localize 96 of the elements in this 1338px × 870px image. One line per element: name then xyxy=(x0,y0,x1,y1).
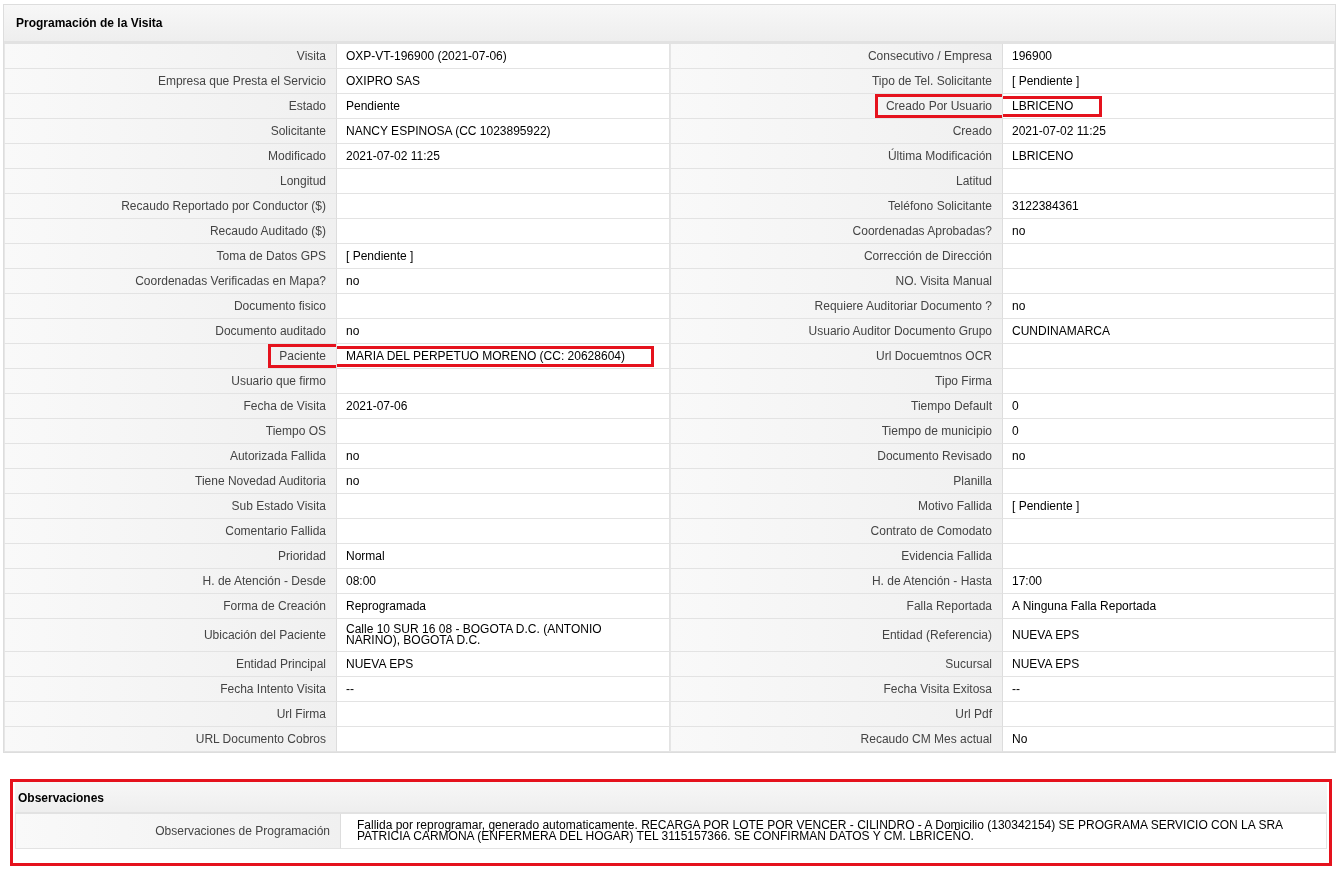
field-value: no xyxy=(1011,297,1027,315)
field-label: Sucursal xyxy=(944,656,993,673)
field-label: URL Documento Cobros xyxy=(194,731,327,748)
field-value: [ Pendiente ] xyxy=(1011,497,1081,515)
field-value: 2021-07-06 xyxy=(345,397,409,415)
field-value: Reprogramada xyxy=(345,597,428,615)
field-label: Requiere Auditoriar Documento ? xyxy=(813,298,993,315)
field-value: no xyxy=(1011,222,1027,240)
field-label: H. de Atención - Hasta xyxy=(870,573,993,590)
field-value: NUEVA EPS xyxy=(1011,626,1081,644)
field-label: Observaciones de Programación xyxy=(154,823,331,840)
field-value: LBRICENO xyxy=(1003,95,1103,117)
field-label: Url Pdf xyxy=(954,706,993,723)
field-value: Calle 10 SUR 16 08 - BOGOTA D.C. (ANTONIO NARINO), BOGOTA D.C. xyxy=(345,621,603,649)
field-value: [ Pendiente ] xyxy=(1011,72,1081,90)
field-label: Entidad Principal xyxy=(234,656,327,673)
field-label: Fecha Intento Visita xyxy=(219,681,327,698)
field-label: Ubicación del Paciente xyxy=(202,627,327,644)
field-value: 0 xyxy=(1011,422,1020,440)
field-value: LBRICENO xyxy=(1011,147,1075,165)
field-label: NO. Visita Manual xyxy=(894,273,993,290)
field-label: Tiene Novedad Auditoria xyxy=(194,473,327,490)
field-label: Modificado xyxy=(266,148,327,165)
field-label: Coordenadas Verificadas en Mapa? xyxy=(134,273,327,290)
field-value: 0 xyxy=(1011,397,1020,415)
field-value: CUNDINAMARCA xyxy=(1011,322,1111,340)
field-label: Creado xyxy=(951,123,993,140)
field-label: Empresa que Presta el Servicio xyxy=(156,73,327,90)
field-label: Tipo de Tel. Solicitante xyxy=(870,73,993,90)
field-label: Creado Por Usuario xyxy=(874,94,1002,118)
field-value: -- xyxy=(1011,680,1021,698)
field-label: Latitud xyxy=(954,173,993,190)
field-value: no xyxy=(345,272,361,290)
field-label: Teléfono Solicitante xyxy=(886,198,993,215)
field-label: Fecha de Visita xyxy=(242,398,327,415)
field-label: Usuario que firmo xyxy=(230,373,327,390)
field-label: Tiempo OS xyxy=(264,423,327,440)
section-title: Observaciones xyxy=(15,782,1327,814)
field-value: 08:00 xyxy=(345,572,378,590)
field-value: 17:00 xyxy=(1011,572,1044,590)
field-label: Recaudo Auditado ($) xyxy=(208,223,327,240)
field-value: -- xyxy=(345,680,355,698)
field-label: Fecha Visita Exitosa xyxy=(882,681,993,698)
field-label: Última Modificación xyxy=(886,147,993,165)
field-label: Evidencia Fallida xyxy=(900,548,993,565)
field-value: NANCY ESPINOSA (CC 1023895922) xyxy=(345,122,552,140)
field-value: 2021-07-02 11:25 xyxy=(345,147,441,165)
field-label: Consecutivo / Empresa xyxy=(866,48,993,65)
field-label: Usuario Auditor Documento Grupo xyxy=(807,323,993,340)
field-label: Sub Estado Visita xyxy=(230,498,327,515)
field-label: H. de Atención - Desde xyxy=(201,573,327,590)
field-label: Documento auditado xyxy=(214,323,327,340)
field-value: 196900 xyxy=(1011,47,1054,65)
field-label: Recaudo Reportado por Conductor ($) xyxy=(120,198,327,215)
field-label: Falla Reportada xyxy=(905,598,993,615)
field-label: Solicitante xyxy=(269,123,327,140)
section-title: Programación de la Visita xyxy=(4,5,1335,44)
field-label: Recaudo CM Mes actual xyxy=(859,731,993,748)
field-label: Url Docuemtnos OCR xyxy=(874,348,993,365)
field-value: A Ninguna Falla Reportada xyxy=(1011,597,1158,615)
field-label: Planilla xyxy=(952,473,993,490)
field-label: Comentario Fallida xyxy=(224,523,327,540)
field-label: Visita xyxy=(295,48,327,65)
field-value: Normal xyxy=(345,547,386,565)
field-label: Entidad (Referencia) xyxy=(880,627,993,644)
field-label: Documento fisico xyxy=(232,298,327,315)
field-value: No xyxy=(1011,730,1029,748)
field-label: Tiempo Default xyxy=(910,398,993,415)
field-value: OXP-VT-196900 (2021-07-06) xyxy=(345,47,508,65)
field-label: Estado xyxy=(287,98,327,115)
field-label: Autorizada Fallida xyxy=(228,448,327,465)
field-value: [ Pendiente ] xyxy=(345,247,415,265)
field-label: Contrato de Comodato xyxy=(869,523,993,540)
field-value: NUEVA EPS xyxy=(1011,655,1081,673)
field-value: NUEVA EPS xyxy=(345,655,415,673)
field-label: Tiempo de municipio xyxy=(880,423,993,440)
field-value: 2021-07-02 11:25 xyxy=(1011,122,1107,140)
field-label: Toma de Datos GPS xyxy=(215,248,327,265)
field-label: Url Firma xyxy=(275,706,327,723)
field-value: no xyxy=(345,447,361,465)
field-value: no xyxy=(345,322,361,340)
field-value: no xyxy=(345,472,361,490)
field-label: Motivo Fallida xyxy=(916,498,993,515)
field-label: Prioridad xyxy=(276,548,327,565)
field-label: Tipo Firma xyxy=(934,373,993,390)
field-value: 3122384361 xyxy=(1011,197,1080,215)
field-label: Corrección de Dirección xyxy=(862,248,993,265)
field-value: Fallida por reprogramar, generado automaticamente. RECARGA POR LOTE POR VENCER - CILINDRO - A Domicilio (130342154) SE PROGRAMA SERVICIO CON LA SRA PATRICIA CARMONA (ENFERMERA DEL HOGAR) TEL 3115157366. SE CONFIRMAN DATOS Y CM. LBRICEÑO. xyxy=(356,817,1285,845)
field-label: Coordenadas Aprobadas? xyxy=(851,223,993,240)
field-label: Documento Revisado xyxy=(876,448,993,465)
field-value: no xyxy=(1011,447,1027,465)
field-label: Longitud xyxy=(278,173,327,190)
field-value: Pendiente xyxy=(345,97,402,115)
field-value: OXIPRO SAS xyxy=(345,72,422,90)
field-value: MARIA DEL PERPETUO MORENO (CC: 20628604) xyxy=(337,345,654,367)
field-label: Forma de Creación xyxy=(222,598,327,615)
